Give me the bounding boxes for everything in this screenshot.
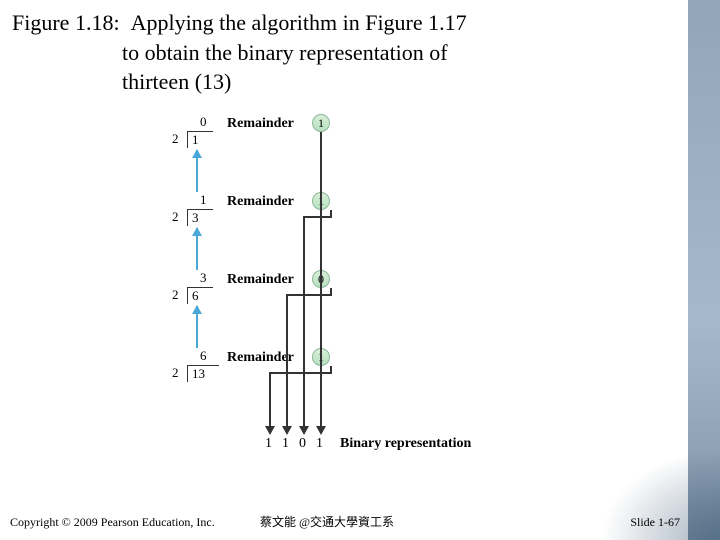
- dividend: 6: [192, 288, 199, 304]
- up-arrow-icon: [196, 150, 198, 192]
- quotient: 6: [200, 348, 207, 364]
- author-text: 蔡文能 @交通大學資工系: [260, 513, 394, 530]
- down-arrow-icon: [299, 426, 309, 435]
- quotient: 3: [200, 270, 207, 286]
- remainder-label: Remainder: [227, 350, 294, 366]
- title-line1: Applying the algorithm in Figure 1.17: [131, 10, 467, 35]
- dividend: 1: [192, 132, 199, 148]
- down-arrow-icon: [265, 426, 275, 435]
- binary-bit-2: 1: [282, 436, 289, 452]
- remainder-bubble: 1: [312, 114, 330, 132]
- divisor: 2: [172, 287, 179, 303]
- remainder-label: Remainder: [227, 194, 294, 210]
- divisor: 2: [172, 209, 179, 225]
- remainder-label: Remainder: [227, 272, 294, 288]
- division-diagram: 0 2 1 Remainder 1 1 2 3 Remainder 1 3 2 …: [160, 118, 540, 488]
- division-bracket: [187, 131, 213, 148]
- title-line2: to obtain the binary representation of: [122, 40, 448, 65]
- binary-bit-3: 1: [265, 436, 272, 452]
- division-bracket: [187, 209, 213, 226]
- slide-number: Slide 1-67: [630, 515, 680, 530]
- trace-line: [286, 296, 288, 428]
- up-arrow-icon: [196, 306, 198, 348]
- figure-label: Figure 1.18:: [12, 10, 120, 35]
- trace-line: [330, 366, 332, 374]
- copyright-text: Copyright © 2009 Pearson Education, Inc.: [10, 515, 215, 530]
- divisor: 2: [172, 365, 179, 381]
- trace-line: [303, 216, 330, 218]
- trace-line: [320, 132, 322, 428]
- down-arrow-icon: [282, 426, 292, 435]
- title-line3: thirteen (13): [122, 69, 231, 94]
- divisor: 2: [172, 131, 179, 147]
- quotient: 0: [200, 114, 207, 130]
- trace-line: [286, 294, 330, 296]
- division-bracket: [187, 287, 213, 304]
- dividend: 3: [192, 210, 199, 226]
- down-arrow-icon: [316, 426, 326, 435]
- dividend: 13: [192, 366, 205, 382]
- trace-line: [269, 374, 271, 428]
- trace-line: [330, 288, 332, 296]
- quotient: 1: [200, 192, 207, 208]
- binary-bit-1: 0: [299, 436, 306, 452]
- binary-label: Binary representation: [340, 436, 471, 452]
- slide-title: Figure 1.18: Applying the algorithm in F…: [12, 8, 467, 97]
- remainder-label: Remainder: [227, 116, 294, 132]
- up-arrow-icon: [196, 228, 198, 270]
- binary-bit-0: 1: [316, 436, 323, 452]
- trace-line: [330, 210, 332, 218]
- trace-line: [303, 218, 305, 428]
- trace-line: [269, 372, 330, 374]
